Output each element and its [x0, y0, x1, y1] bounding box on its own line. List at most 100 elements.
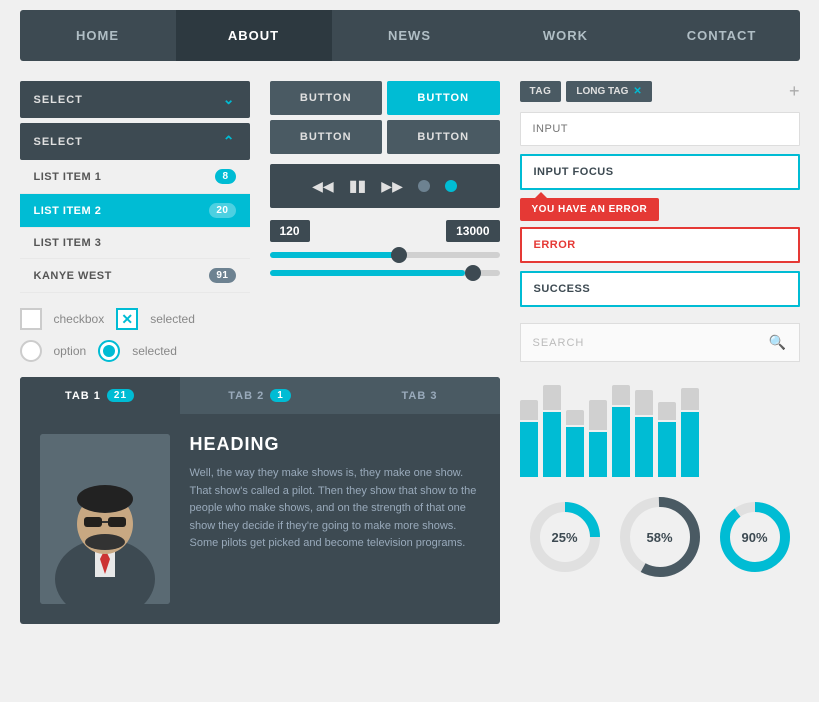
- button-2[interactable]: BUTTON: [387, 81, 500, 115]
- bar-group-2: [566, 410, 584, 477]
- search-icon: 🔍: [769, 334, 787, 351]
- chevron-up-icon: ⌃: [223, 133, 236, 150]
- bar-bot-0: [520, 422, 538, 477]
- slider-thumb-2[interactable]: [465, 265, 481, 281]
- badge-2: 20: [209, 203, 235, 218]
- bar-top-6: [658, 402, 676, 420]
- left-panel: SELECT ⌄ SELECT ⌃ LIST ITEM 1 8 LIST ITE…: [20, 81, 250, 362]
- bar-group-4: [612, 385, 630, 477]
- donut-90: 90%: [715, 497, 795, 577]
- bar-top-1: [543, 385, 561, 410]
- media-player: ◀◀ ▮▮ ▶▶: [270, 164, 500, 208]
- list-item-1[interactable]: LIST ITEM 1 8: [20, 160, 250, 194]
- radio-controls: option selected: [20, 340, 250, 362]
- bar-bot-7: [681, 412, 699, 477]
- bar-bot-4: [612, 407, 630, 477]
- bar-group-6: [658, 402, 676, 477]
- button-4[interactable]: BUTTON: [387, 120, 500, 154]
- tab-3[interactable]: TAB 3: [340, 377, 500, 414]
- slider-thumb-1[interactable]: [391, 247, 407, 263]
- navigation: HOME ABOUT NEWS WORK CONTACT: [20, 10, 800, 61]
- bar-bot-1: [543, 412, 561, 477]
- tab-content: HEADING Well, the way they make shows is…: [20, 414, 500, 624]
- charts-col: 25% 58% 90%: [520, 377, 800, 624]
- bar-group-5: [635, 390, 653, 477]
- media-dot-2[interactable]: [445, 180, 457, 192]
- bar-group-0: [520, 400, 538, 477]
- bar-chart: [520, 377, 800, 477]
- media-dot-1[interactable]: [418, 180, 430, 192]
- slider-value-left: 120: [270, 220, 310, 242]
- nav-home[interactable]: HOME: [20, 10, 176, 61]
- error-tooltip: YOU HAVE AN ERROR: [520, 198, 660, 221]
- list-item-2[interactable]: LIST ITEM 2 20: [20, 194, 250, 228]
- radio-checked-label: selected: [132, 344, 177, 358]
- button-3[interactable]: BUTTON: [270, 120, 383, 154]
- donuts-row: 25% 58% 90%: [520, 492, 800, 582]
- chevron-down-icon: ⌄: [223, 91, 236, 108]
- nav-work[interactable]: WORK: [488, 10, 644, 61]
- bar-bot-5: [635, 417, 653, 477]
- tab-badge-1: 21: [107, 389, 134, 402]
- donut-90-label: 90%: [741, 530, 767, 545]
- slider-track-1[interactable]: [270, 252, 500, 258]
- radio-inner: [103, 345, 115, 357]
- badge-1: 8: [215, 169, 235, 184]
- radio-checked[interactable]: [98, 340, 120, 362]
- checkbox-label: checkbox: [54, 312, 105, 326]
- donut-58: 58%: [615, 492, 705, 582]
- person-bio: Well, the way they make shows is, they m…: [190, 465, 480, 553]
- nav-news[interactable]: NEWS: [332, 10, 488, 61]
- list-item-3[interactable]: LIST ITEM 3: [20, 228, 250, 259]
- bar-top-7: [681, 388, 699, 410]
- bar-bot-2: [566, 427, 584, 477]
- add-tag-button[interactable]: +: [789, 81, 800, 102]
- right-panel: TAG LONG TAG ✕ + YOU HAVE AN ERROR SEARC…: [520, 81, 800, 362]
- search-placeholder: SEARCH: [533, 337, 585, 349]
- tag-2[interactable]: LONG TAG ✕: [566, 81, 651, 102]
- slider-fill-2: [270, 270, 466, 276]
- tabs-header: TAB 1 21 TAB 2 1 TAB 3: [20, 377, 500, 414]
- select-dropdown-1[interactable]: SELECT ⌄: [20, 81, 250, 118]
- nav-about[interactable]: ABOUT: [176, 10, 332, 61]
- input-error[interactable]: [520, 227, 800, 263]
- search-box[interactable]: SEARCH 🔍: [520, 323, 800, 362]
- button-1[interactable]: BUTTON: [270, 81, 383, 115]
- nav-contact[interactable]: CONTACT: [644, 10, 800, 61]
- close-icon[interactable]: ✕: [633, 86, 641, 97]
- input-focus[interactable]: [520, 154, 800, 190]
- bar-top-2: [566, 410, 584, 425]
- input-plain[interactable]: [520, 112, 800, 146]
- form-controls: checkbox ✕ selected: [20, 308, 250, 330]
- donut-25: 25%: [525, 497, 605, 577]
- play-pause-button[interactable]: ▮▮: [349, 176, 367, 196]
- slider-fill-1: [270, 252, 397, 258]
- radio-unchecked[interactable]: [20, 340, 42, 362]
- slider-track-2[interactable]: [270, 270, 500, 276]
- donut-25-label: 25%: [551, 530, 577, 545]
- bar-group-7: [681, 388, 699, 477]
- bar-bot-3: [589, 432, 607, 477]
- badge-4: 91: [209, 268, 235, 283]
- checkbox-unchecked[interactable]: [20, 308, 42, 330]
- tab-1[interactable]: TAB 1 21: [20, 377, 180, 414]
- bar-group-3: [589, 400, 607, 477]
- bar-top-5: [635, 390, 653, 415]
- tab-2[interactable]: TAB 2 1: [180, 377, 340, 414]
- prev-button[interactable]: ◀◀: [312, 178, 334, 195]
- tag-1[interactable]: TAG: [520, 81, 562, 102]
- checkbox-checked[interactable]: ✕: [116, 308, 138, 330]
- tab-badge-2: 1: [270, 389, 291, 402]
- input-success[interactable]: [520, 271, 800, 307]
- bar-top-0: [520, 400, 538, 420]
- person-info: HEADING Well, the way they make shows is…: [190, 434, 480, 604]
- buttons-grid: BUTTON BUTTON BUTTON BUTTON: [270, 81, 500, 154]
- bar-top-4: [612, 385, 630, 405]
- next-button[interactable]: ▶▶: [381, 178, 403, 195]
- select-dropdown-2[interactable]: SELECT ⌃: [20, 123, 250, 160]
- checkbox-checked-label: selected: [150, 312, 195, 326]
- person-photo: [40, 434, 170, 604]
- person-name: HEADING: [190, 434, 480, 455]
- list-item-4[interactable]: KANYE WEST 91: [20, 259, 250, 293]
- list-panel: LIST ITEM 1 8 LIST ITEM 2 20 LIST ITEM 3…: [20, 160, 250, 293]
